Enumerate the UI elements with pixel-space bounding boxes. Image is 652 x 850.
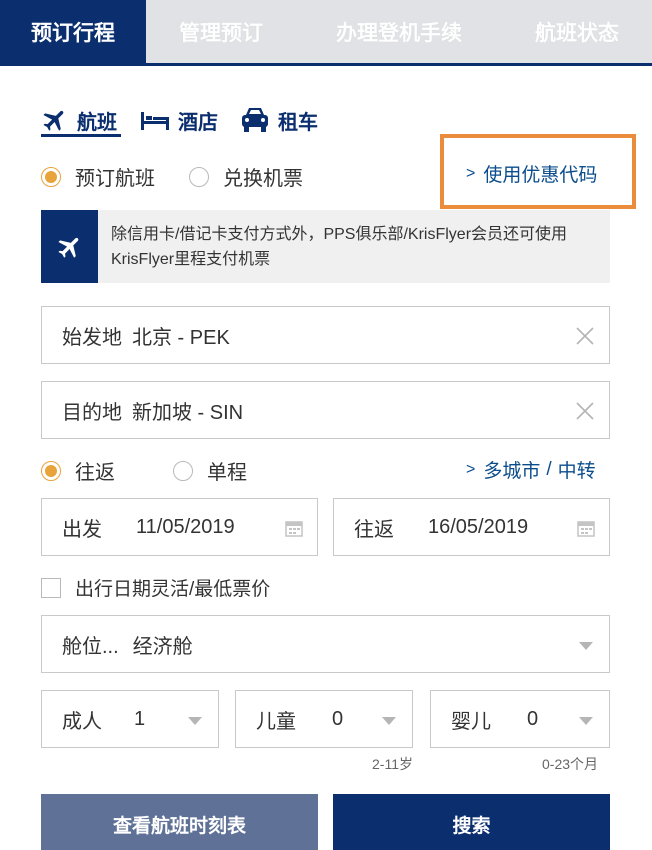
origin-label: 始发地 (62, 326, 122, 349)
infant-count-select[interactable]: 婴儿 0 (430, 690, 610, 748)
calendar-icon[interactable] (577, 519, 595, 537)
plane-icon (57, 237, 78, 258)
radio-button[interactable] (173, 460, 193, 481)
cabin-value: 经济舱 (132, 635, 193, 658)
nav-underline (0, 63, 652, 66)
tab-flight-status[interactable]: 航班状态 (502, 0, 652, 63)
stopover-label[interactable]: 中转 (558, 456, 596, 483)
tab-label: 航班状态 (535, 21, 619, 45)
origin-field[interactable]: 始发地 北京 - PEK (41, 306, 610, 364)
tab-check-in[interactable]: 办理登机手续 (296, 0, 502, 63)
adult-value: 1 (134, 707, 146, 730)
child-age-hint: 2-11岁 (372, 756, 413, 772)
button-label: 查看航班时刻表 (112, 815, 246, 837)
button-label: 搜索 (452, 815, 491, 837)
infant-value: 0 (527, 707, 539, 730)
promo-code-link[interactable]: > 使用优惠代码 (466, 160, 597, 187)
adult-count-select[interactable]: 成人 1 (41, 690, 219, 748)
radio-button[interactable] (189, 166, 209, 187)
product-label: 酒店 (178, 111, 218, 134)
separator: / (546, 458, 552, 480)
chevron-down-icon (382, 717, 396, 725)
promo-label: 使用优惠代码 (483, 165, 598, 186)
tab-label: 办理登机手续 (336, 21, 462, 45)
cabin-label: 舱位... (62, 635, 119, 658)
plane-icon-box (41, 210, 98, 283)
radio-redeem-flights[interactable]: 兑换机票 (189, 162, 303, 191)
radio-button[interactable] (41, 166, 61, 187)
chevron-down-icon (579, 717, 593, 725)
flexible-dates-label: 出行日期灵活/最低票价 (75, 579, 271, 600)
search-button[interactable]: 搜索 (333, 794, 610, 850)
info-text: 除信用卡/借记卡支付方式外，PPS俱乐部/KrisFlyer会员还可使用Kris… (111, 226, 568, 268)
flexible-dates-checkbox[interactable] (41, 577, 61, 598)
destination-value: 新加坡 - SIN (132, 401, 244, 424)
calendar-icon[interactable] (285, 519, 303, 537)
chevron-right-icon: > (466, 164, 476, 182)
chevron-down-icon (188, 717, 202, 725)
radio-label: 单程 (207, 462, 247, 484)
bed-icon (140, 109, 170, 131)
destination-label: 目的地 (62, 401, 122, 424)
top-navigation: 预订行程 管理预订 办理登机手续 航班状态 (0, 0, 652, 66)
return-label: 往返 (354, 518, 394, 541)
radio-round-trip[interactable]: 往返 (41, 456, 115, 485)
krisflyer-info-banner: 除信用卡/借记卡支付方式外，PPS俱乐部/KrisFlyer会员还可使用Kris… (41, 210, 610, 283)
close-icon[interactable] (575, 326, 595, 346)
radio-button[interactable] (41, 460, 61, 481)
return-date-field[interactable]: 往返 16/05/2019 (333, 498, 610, 556)
tab-label: 预订行程 (31, 21, 115, 45)
view-schedule-button[interactable]: 查看航班时刻表 (41, 794, 318, 850)
adult-label: 成人 (62, 710, 102, 733)
product-tab-cars[interactable]: 租车 (240, 100, 318, 140)
destination-field[interactable]: 目的地 新加坡 - SIN (41, 381, 610, 439)
plane-icon (41, 106, 69, 134)
radio-label: 往返 (75, 462, 115, 484)
radio-label: 兑换机票 (223, 168, 303, 190)
close-icon[interactable] (575, 401, 595, 421)
product-label: 租车 (278, 111, 318, 134)
return-value: 16/05/2019 (428, 515, 529, 538)
tab-label: 管理预订 (179, 21, 263, 45)
active-product-underline (41, 134, 121, 137)
depart-label: 出发 (62, 518, 102, 541)
child-label: 儿童 (256, 710, 296, 733)
radio-one-way[interactable]: 单程 (173, 456, 247, 485)
car-icon (240, 106, 270, 134)
multicity-label[interactable]: 多城市 (483, 456, 540, 483)
tab-manage-booking[interactable]: 管理预订 (146, 0, 296, 63)
infant-label: 婴儿 (451, 710, 491, 733)
origin-value: 北京 - PEK (132, 326, 230, 349)
radio-book-flights[interactable]: 预订航班 (41, 162, 155, 191)
flexible-dates-option[interactable]: 出行日期灵活/最低票价 (41, 574, 270, 601)
chevron-down-icon (579, 642, 593, 650)
depart-value: 11/05/2019 (136, 515, 235, 538)
cabin-class-select[interactable]: 舱位... 经济舱 (41, 615, 610, 673)
child-count-select[interactable]: 儿童 0 (235, 690, 413, 748)
infant-age-hint: 0-23个月 (542, 756, 599, 772)
product-label: 航班 (77, 111, 117, 134)
radio-label: 预订航班 (75, 168, 155, 190)
chevron-right-icon: > (466, 460, 476, 478)
tab-book-trip[interactable]: 预订行程 (0, 0, 146, 63)
multi-city-link[interactable]: > 多城市 / 中转 (466, 456, 596, 483)
depart-date-field[interactable]: 出发 11/05/2019 (41, 498, 318, 556)
product-tab-hotels[interactable]: 酒店 (140, 100, 218, 140)
child-value: 0 (332, 707, 344, 730)
